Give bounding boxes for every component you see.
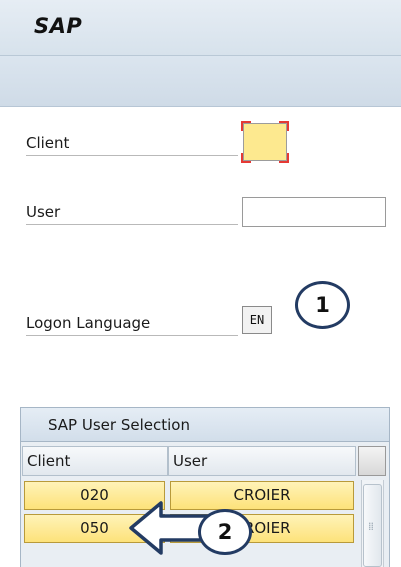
focus-corner (279, 153, 289, 163)
focus-corner (241, 121, 251, 131)
client-input[interactable] (241, 121, 289, 163)
user-label: User (26, 203, 238, 225)
callout-badge-1: 1 (295, 281, 350, 329)
app-title: SAP (34, 14, 83, 38)
table-settings-corner[interactable] (358, 446, 386, 476)
logon-language-label: Logon Language (26, 314, 238, 336)
user-selection-title: SAP User Selection (20, 407, 390, 442)
focus-corner (241, 153, 251, 163)
grip-icon: ⁞⁞ (368, 520, 374, 533)
column-header-client[interactable]: Client (22, 446, 168, 476)
toolbar (0, 56, 401, 107)
user-input[interactable] (242, 197, 386, 227)
callout-badge-2: 2 (198, 509, 252, 555)
client-label: Client (26, 134, 238, 156)
focus-corner (279, 121, 289, 131)
column-header-user[interactable]: User (168, 446, 356, 476)
logon-language-input[interactable]: EN (242, 306, 272, 334)
